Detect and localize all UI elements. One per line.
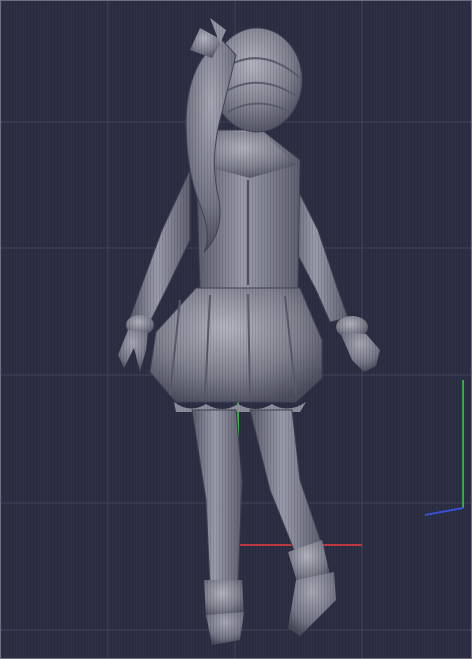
left-leg bbox=[191, 409, 243, 586]
sculpt-model[interactable] bbox=[0, 0, 472, 659]
right-shoe bbox=[288, 572, 336, 636]
3d-viewport[interactable] bbox=[0, 0, 472, 659]
right-leg bbox=[249, 409, 323, 556]
left-sock bbox=[204, 580, 244, 618]
left-shoe bbox=[206, 612, 244, 645]
right-hand bbox=[340, 332, 380, 372]
left-hand bbox=[118, 330, 148, 372]
left-arm bbox=[129, 169, 191, 323]
